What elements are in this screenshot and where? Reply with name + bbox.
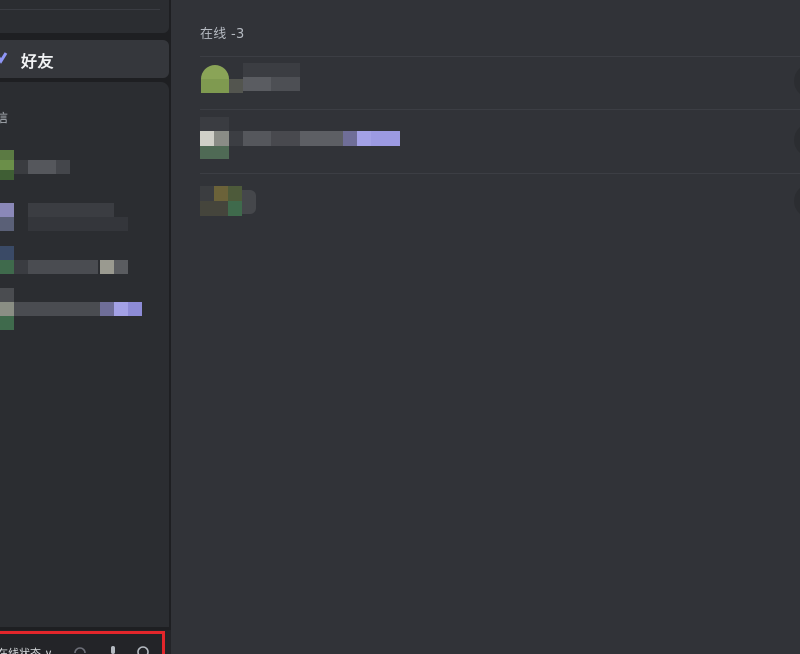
dm-sidebar: 好友 信 在线状态 ∨ [0,0,171,654]
dm-avatar-part [0,302,14,316]
friend-avatar [200,186,214,201]
dm-name-blur [128,302,142,316]
friend-avatar-part [200,131,214,146]
dm-name-blur [114,302,128,316]
dm-avatar-part [0,160,14,170]
dm-name-blur [28,203,114,217]
dm-name-blur [114,260,128,274]
dm-name-blur [14,302,100,316]
friend-name-blur [371,131,400,146]
friend-status-blur [242,190,256,214]
friend-avatar-part [228,186,242,201]
list-divider [200,173,800,174]
dm-avatar [0,288,14,302]
sidebar-search-bar[interactable] [0,0,169,33]
list-divider [200,56,800,57]
dm-list-item[interactable] [0,246,160,276]
friend-name-blur [357,131,371,146]
dm-avatar [0,246,14,260]
friend-name-blur [343,131,357,146]
friend-list-item[interactable] [200,117,800,159]
dm-name-blur [14,260,28,274]
friend-avatar-part [201,79,229,93]
friend-name-blur [271,77,300,91]
dm-status-blur [28,217,128,231]
friend-name-blur [243,131,271,146]
search-bar-divider [0,9,160,10]
friend-list-item[interactable] [200,63,800,103]
dm-name-blur [28,160,56,174]
user-panel-highlight [0,631,165,654]
dm-name-blur [100,302,114,316]
discord-window: 好友 信 在线状态 ∨ 在线 -3 [0,0,800,654]
friend-name-blur [271,131,300,146]
friend-avatar [200,117,229,131]
dm-list-item[interactable] [0,203,160,233]
friends-main-panel: 在线 -3 [171,0,800,654]
friend-avatar-part [200,146,229,159]
sidebar-item-friends[interactable]: 好友 [0,40,169,78]
friends-wave-icon [0,52,8,64]
dm-avatar [0,203,14,217]
friend-avatar-part [229,79,243,93]
sidebar-item-friends-label: 好友 [21,52,55,71]
dm-avatar-part [0,260,14,274]
friend-avatar [201,65,229,79]
friend-list-item[interactable] [200,186,800,226]
dm-name-blur [100,260,114,274]
dm-name-blur [14,160,28,174]
friend-avatar-part [214,186,228,201]
dm-avatar-part [0,170,14,180]
friend-name-blur [300,131,343,146]
friend-name-blur [229,131,243,146]
dm-list-item[interactable] [0,150,160,180]
friend-name-blur [243,77,271,91]
friend-avatar-part [214,131,229,146]
dm-avatar-part [0,316,14,330]
friend-avatar-part [200,201,228,216]
friend-avatar-part [228,201,242,216]
dm-section-header: 信 [0,111,9,125]
dm-name-blur [56,160,70,174]
dm-list-item[interactable] [0,288,160,330]
list-divider [200,109,800,110]
friend-name-blur [243,63,300,77]
dm-avatar [0,150,14,160]
online-count-header: 在线 -3 [200,27,245,42]
dm-avatar-part [0,217,14,231]
dm-name-blur [28,260,98,274]
